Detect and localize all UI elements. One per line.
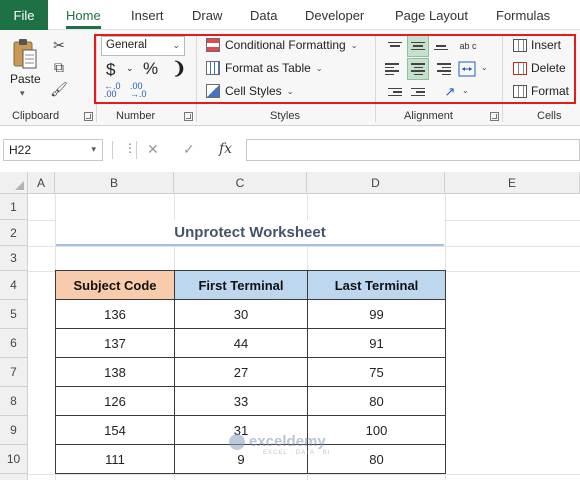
row-header[interactable]: 4 xyxy=(0,271,28,300)
ribbon-highlight-box xyxy=(94,34,576,104)
tab-developer[interactable]: Developer xyxy=(305,0,364,30)
table-cell[interactable]: 80 xyxy=(307,444,446,474)
paste-dropdown-icon[interactable]: ▾ xyxy=(20,88,25,99)
table-cell[interactable]: 100 xyxy=(307,415,446,445)
table-cell[interactable]: 137 xyxy=(55,328,175,358)
table-cell[interactable]: 111 xyxy=(55,444,175,474)
select-all-corner[interactable] xyxy=(0,172,28,194)
column-header-e[interactable]: E xyxy=(445,172,580,194)
table-row: 137 44 91 xyxy=(55,328,446,358)
table-cell[interactable]: 80 xyxy=(307,386,446,416)
watermark: exceldemy EXCEL · DATA · BI xyxy=(229,433,330,456)
formula-input[interactable] xyxy=(246,139,580,161)
row-header[interactable]: 3 xyxy=(0,246,28,271)
chevron-down-icon: ▾ xyxy=(91,144,96,154)
enter-icon[interactable]: ✓ xyxy=(183,141,195,158)
tab-file[interactable]: File xyxy=(0,0,48,30)
table-cell[interactable]: 136 xyxy=(55,299,175,329)
sheet-title[interactable]: Unprotect Worksheet xyxy=(56,220,444,246)
gridline xyxy=(28,246,580,247)
watermark-tagline: EXCEL · DATA · BI xyxy=(263,450,331,456)
column-header-b[interactable]: B xyxy=(55,172,174,194)
table-cell[interactable]: 138 xyxy=(55,357,175,387)
table-row: 136 30 99 xyxy=(55,299,446,329)
table-cell[interactable]: 75 xyxy=(307,357,446,387)
table-cell[interactable]: 30 xyxy=(174,299,308,329)
row-header[interactable]: 10 xyxy=(0,445,28,474)
paste-button-label[interactable]: Paste xyxy=(10,72,41,86)
column-header-a[interactable]: A xyxy=(28,172,55,194)
tab-insert[interactable]: Insert xyxy=(131,0,164,30)
row-header[interactable]: 9 xyxy=(0,416,28,445)
row-header[interactable]: 8 xyxy=(0,387,28,416)
table-cell[interactable]: 91 xyxy=(307,328,446,358)
row-header[interactable]: 2 xyxy=(0,220,28,246)
row-header[interactable]: 5 xyxy=(0,300,28,329)
table-cell[interactable]: 99 xyxy=(307,299,446,329)
more-options-icon: ⋮ xyxy=(124,141,136,155)
table-cell[interactable]: 33 xyxy=(174,386,308,416)
tab-formulas[interactable]: Formulas xyxy=(496,0,550,30)
cancel-icon[interactable]: ✕ xyxy=(147,141,159,158)
row-header[interactable]: 6 xyxy=(0,329,28,358)
format-painter-icon[interactable]: 🖌 xyxy=(50,80,68,98)
table-row: 138 27 75 xyxy=(55,357,446,387)
tab-draw[interactable]: Draw xyxy=(192,0,222,30)
watermark-name: exceldemy xyxy=(249,433,326,450)
row-header[interactable]: 11 xyxy=(0,474,28,480)
table-row: 126 33 80 xyxy=(55,386,446,416)
clipboard-group-label: Clipboard xyxy=(12,110,60,122)
alignment-launcher-icon[interactable] xyxy=(490,112,499,121)
cut-icon[interactable]: ✂ xyxy=(50,36,68,54)
table-cell[interactable]: 44 xyxy=(174,328,308,358)
table-header-row: Subject Code First Terminal Last Termina… xyxy=(55,270,446,300)
insert-function-icon[interactable]: fx xyxy=(219,141,232,157)
alignment-group-label: Alignment xyxy=(404,110,453,122)
number-launcher-icon[interactable] xyxy=(184,112,193,121)
menu-bar: File Home Insert Draw Data Developer Pag… xyxy=(0,0,580,30)
paste-icon[interactable] xyxy=(12,38,38,70)
header-cell[interactable]: Subject Code xyxy=(55,270,175,300)
name-box[interactable]: H22 ▾ xyxy=(3,139,103,161)
row-header[interactable]: 7 xyxy=(0,358,28,387)
table-cell[interactable]: 126 xyxy=(55,386,175,416)
table-cell[interactable]: 27 xyxy=(174,357,308,387)
divider xyxy=(136,141,137,159)
table-cell[interactable]: 154 xyxy=(55,415,175,445)
clipboard-launcher-icon[interactable] xyxy=(84,112,93,121)
header-cell[interactable]: First Terminal xyxy=(174,270,308,300)
cells-group-label: Cells xyxy=(537,110,562,122)
column-header-c[interactable]: C xyxy=(174,172,307,194)
styles-group-label: Styles xyxy=(270,110,300,122)
gridline xyxy=(28,474,580,475)
tab-home[interactable]: Home xyxy=(66,0,101,30)
divider xyxy=(112,141,113,159)
tab-page-layout[interactable]: Page Layout xyxy=(395,0,468,30)
row-header[interactable]: 1 xyxy=(0,194,28,220)
exceldemy-logo-icon xyxy=(229,433,245,450)
copy-icon[interactable]: ⧉ xyxy=(50,58,68,76)
tab-data[interactable]: Data xyxy=(250,0,277,30)
header-cell[interactable]: Last Terminal xyxy=(307,270,446,300)
number-group-label: Number xyxy=(116,110,156,122)
column-header-d[interactable]: D xyxy=(307,172,445,194)
formula-bar: H22 ▾ ⋮ ✕ ✓ fx xyxy=(0,133,580,167)
